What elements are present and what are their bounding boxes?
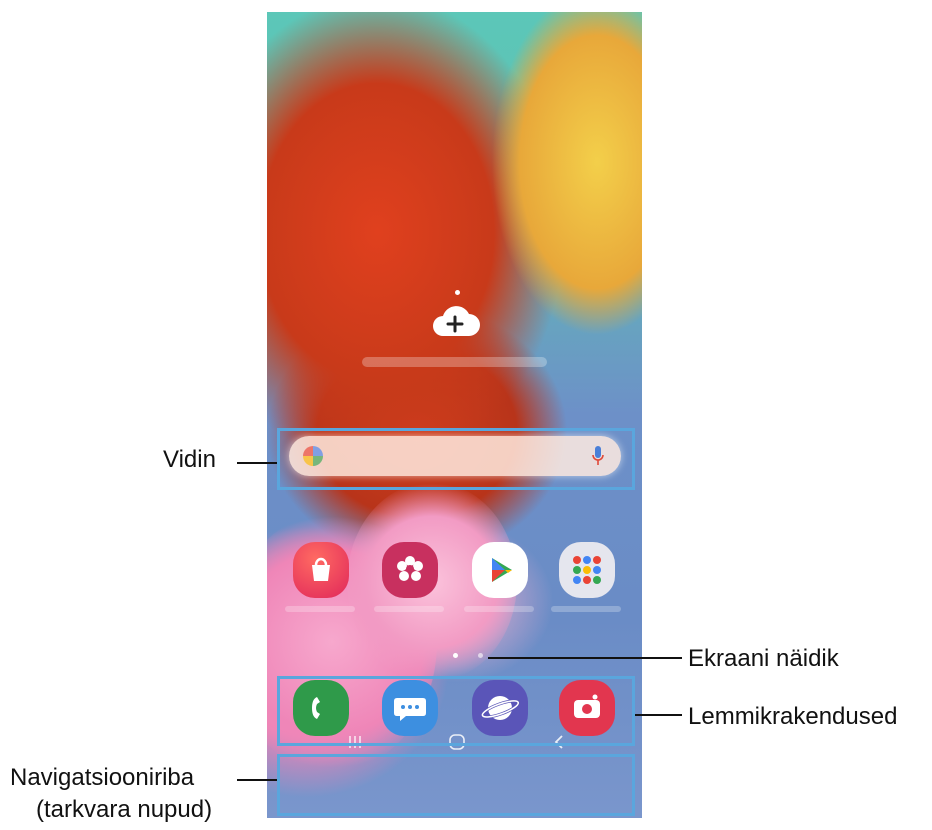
shopping-bag-icon xyxy=(312,557,330,581)
cloud-add-icon[interactable] xyxy=(429,302,481,338)
screen-indicator-label: Ekraani näidik xyxy=(688,645,839,672)
favorite-apps-leader-line xyxy=(635,714,682,716)
screen-indicator-leader-line xyxy=(488,657,682,659)
app-label xyxy=(464,606,534,612)
navbar-label-line1: Navigatsiooniriba xyxy=(10,764,195,791)
google-apps-grid-icon xyxy=(573,556,601,584)
navbar-leader-line xyxy=(237,779,277,781)
widget-leader-line xyxy=(237,462,277,464)
navbar-highlight-box xyxy=(277,754,635,816)
widget-highlight-box xyxy=(277,428,635,490)
favorites-highlight-box xyxy=(277,676,635,746)
google-folder-app[interactable] xyxy=(559,542,615,598)
page-dot-active xyxy=(455,290,460,295)
app-label xyxy=(285,606,355,612)
navbar-label-line2: (tarkvara nupud) xyxy=(36,796,213,823)
app-label xyxy=(551,606,621,612)
flower-icon xyxy=(397,556,423,581)
play-triangle-icon xyxy=(492,558,512,582)
widget-label: Vidin xyxy=(163,446,216,473)
favorite-apps-label: Lemmikrakendused xyxy=(688,703,898,730)
add-widget-hint xyxy=(362,357,547,367)
play-store-app[interactable] xyxy=(472,542,528,598)
app-label xyxy=(374,606,444,612)
page-dot-active xyxy=(453,653,458,658)
page-dot xyxy=(478,653,483,658)
gallery-app[interactable] xyxy=(382,542,438,598)
galaxy-store-app[interactable] xyxy=(293,542,349,598)
